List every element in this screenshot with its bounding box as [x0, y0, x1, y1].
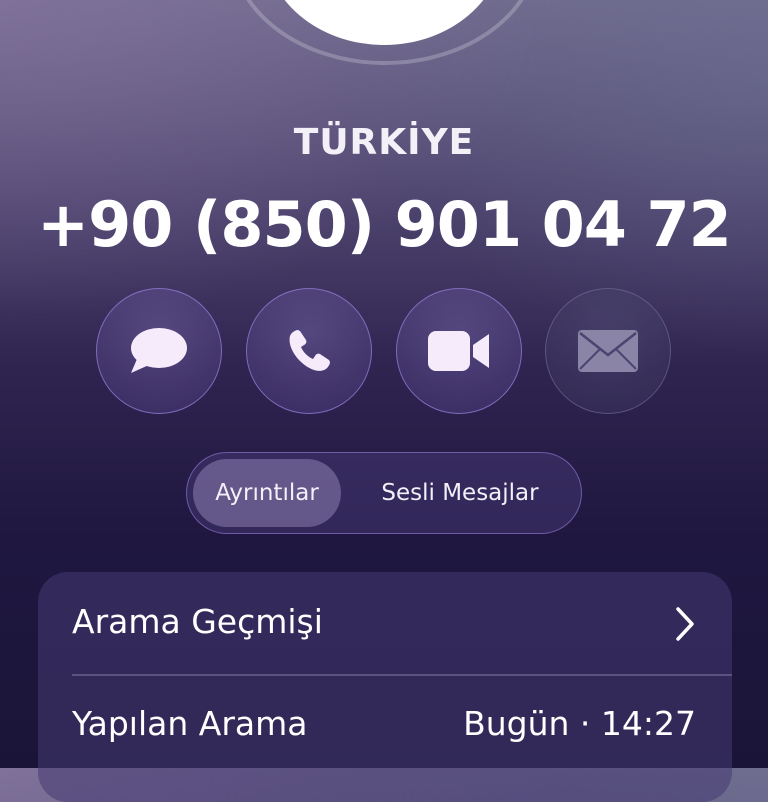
mail-button[interactable]: [545, 288, 671, 414]
tab-voicemails[interactable]: Sesli Mesajlar: [345, 459, 575, 527]
action-buttons: [0, 288, 768, 414]
details-voicemail-segmented-control: Ayrıntılar Sesli Mesajlar: [186, 452, 582, 534]
tab-details[interactable]: Ayrıntılar: [193, 459, 341, 527]
divider: [72, 674, 732, 676]
contact-country: TÜRKİYE: [293, 122, 475, 163]
chevron-right-icon: [676, 607, 694, 641]
call-history-header[interactable]: Arama Geçmişi: [38, 572, 732, 674]
call-button[interactable]: [246, 288, 372, 414]
message-bubble-icon: [131, 328, 187, 373]
video-camera-icon: [428, 331, 489, 371]
call-entry-type: Yapılan Arama: [72, 704, 308, 743]
video-button[interactable]: [396, 288, 522, 414]
message-button[interactable]: [96, 288, 222, 414]
call-entry-time: Bugün · 14:27: [463, 704, 696, 743]
call-history-title: Arama Geçmişi: [72, 602, 323, 641]
contact-phone-number: +90 (850) 901 04 72: [37, 188, 732, 261]
envelope-icon: [578, 330, 638, 372]
phone-icon: [289, 330, 330, 371]
